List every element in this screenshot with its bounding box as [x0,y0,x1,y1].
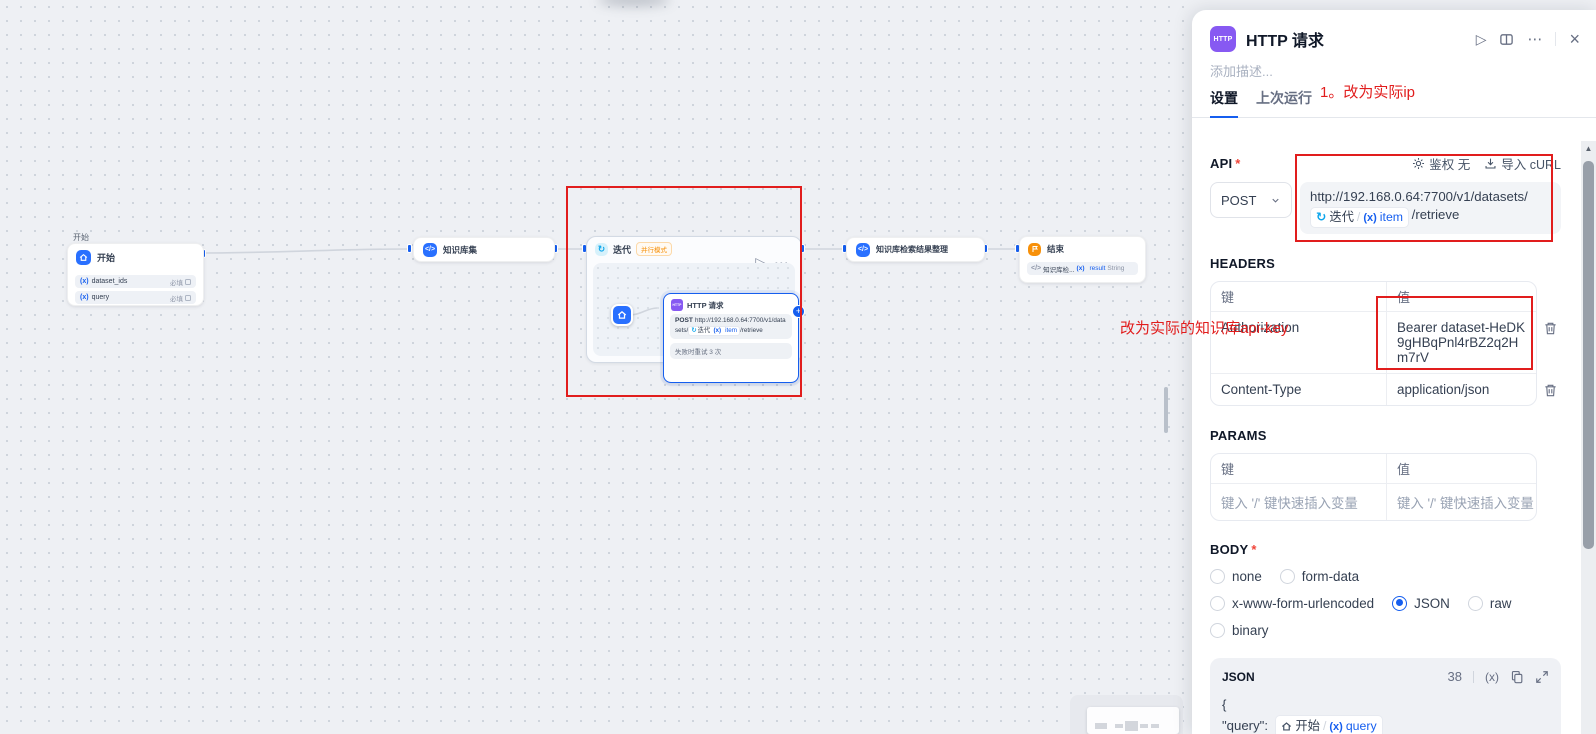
delete-header-icon[interactable] [1543,321,1558,336]
panel-tabs: 设置 上次运行 [1192,88,1596,118]
variable-icon [1329,716,1342,734]
run-node-icon[interactable] [1476,31,1487,48]
url-input[interactable]: http://192.168.0.64:7700/v1/datasets/迭代/… [1300,182,1561,234]
code-icon [856,243,870,257]
http-request-node[interactable]: HTTP HTTP 请求 + POSThttp://192.168.0.64:7… [663,293,799,383]
minimap[interactable] [1070,695,1183,734]
scroll-up-arrow[interactable] [1581,141,1596,156]
result-arrange-node[interactable]: 知识库检索结果整理 [846,237,985,262]
json-content[interactable]: { "query": 开始/query } [1222,695,1549,734]
params-table: 键 值 键入 '/' 键快速插入变量 键入 '/' 键快速插入变量 [1210,453,1537,521]
workflow-edges [0,0,1192,734]
body-type-form-data[interactable]: form-data [1280,569,1359,584]
body-type-json[interactable]: JSON [1392,596,1450,611]
copy-icon[interactable] [1510,670,1524,684]
body-section-title: BODY [1210,542,1248,557]
variable-icon [80,278,89,285]
code-icon [423,243,437,257]
parallel-mode-badge: 并行模式 [636,242,672,256]
auth-button[interactable]: 鉴权 无 [1412,154,1470,173]
iteration-icon [595,243,608,256]
params-section-title: PARAMS [1210,428,1267,443]
body-type-raw[interactable]: raw [1468,596,1512,611]
tab-settings[interactable]: 设置 [1210,88,1238,117]
canvas-shadow [598,0,670,6]
divider [1555,32,1556,46]
panel-scroll-content: API * 鉴权 无 导入 cURL POST http://192.168.0… [1192,141,1581,734]
start-node[interactable]: 开始 dataset_ids 必填 query 必填 [67,243,204,306]
char-count: 38 [1448,669,1462,684]
close-icon[interactable] [1569,29,1580,50]
body-type-none[interactable]: none [1210,569,1262,584]
iteration-ref-icon [691,327,696,336]
scrollbar-thumb[interactable] [1583,161,1594,549]
retry-info: 失败时重试 3 次 [670,343,792,359]
expand-icon[interactable] [1535,670,1549,684]
field-type-icon [185,279,191,285]
workflow-canvas[interactable]: 开始 开始 dataset_ids 必填 query 必填 知识库集 [0,0,1192,734]
variable-icon [1077,265,1085,272]
iteration-zone[interactable]: HTTP HTTP 请求 + POSThttp://192.168.0.64:7… [593,263,795,356]
home-icon [76,250,91,265]
variable-icon [713,327,721,336]
end-node[interactable]: 结束 知识库检... result String [1019,236,1146,283]
canvas-scrollbar[interactable] [1164,387,1168,433]
iteration-start-node[interactable] [611,304,633,326]
start-field-dataset-ids[interactable]: dataset_ids 必填 [75,275,196,288]
tab-last-run[interactable]: 上次运行 [1256,88,1312,117]
description-input[interactable] [1210,64,1390,79]
delete-header-icon[interactable] [1543,383,1558,398]
query-variable-badge[interactable]: 开始/query [1275,715,1382,734]
http-node-config-panel: HTTP HTTP 请求 设置 上次运行 API * 鉴权 无 [1192,10,1596,734]
variable-icon [1363,208,1376,227]
start-node-title: 开始 [97,251,115,264]
minimap-viewport [1087,707,1179,734]
chevron-down-icon [1270,195,1281,206]
body-type-binary[interactable]: binary [1210,623,1268,638]
split-view-icon[interactable] [1499,32,1514,47]
header-value-cell[interactable]: application/json [1387,373,1536,405]
start-field-query[interactable]: query 必填 [75,291,196,304]
iteration-node[interactable]: 迭代 并行模式 HTTP HTTP 请求 + POSThttp://192.16… [586,236,802,363]
header-key-cell[interactable]: Content-Type [1211,373,1387,405]
http-node-icon: HTTP [1210,26,1236,52]
home-icon [1281,721,1292,732]
code-icon [1031,265,1041,272]
headers-table: 键 值 Authorization Bearer dataset-HeDK9gH… [1210,281,1537,406]
api-section-title: API [1210,156,1232,171]
param-value-input[interactable]: 键入 '/' 键快速插入变量 [1387,483,1536,520]
http-node-url: POSThttp://192.168.0.64:7700/v1/datasets… [670,314,792,339]
knowledge-set-node[interactable]: 知识库集 [413,237,555,262]
add-next-node-button[interactable]: + [792,305,805,318]
connector-handle[interactable] [407,244,412,253]
panel-scrollbar[interactable] [1581,141,1596,734]
divider [1473,671,1474,683]
headers-section-title: HEADERS [1210,256,1275,271]
variable-icon [80,294,89,301]
start-node-outer-label: 开始 [73,232,89,243]
param-key-input[interactable]: 键入 '/' 键快速插入变量 [1211,483,1387,520]
method-select[interactable]: POST [1210,182,1292,218]
iteration-ref-icon [1316,208,1326,226]
header-value-cell[interactable]: Bearer dataset-HeDK9gHBqPnl4rBZ2q2Hm7rV [1387,311,1536,373]
import-curl-button[interactable]: 导入 cURL [1484,154,1561,173]
panel-title: HTTP 请求 [1246,27,1324,51]
more-menu-icon[interactable] [1527,30,1542,48]
body-type-urlencoded[interactable]: x-www-form-urlencoded [1210,596,1374,611]
insert-variable-icon[interactable] [1485,668,1499,686]
http-icon: HTTP [671,299,683,311]
header-key-cell[interactable]: Authorization [1211,311,1387,373]
end-output-variable: 知识库检... result String [1027,262,1138,275]
json-editor[interactable]: JSON 38 { "query": 开始/query [1210,658,1561,734]
url-variable-badge[interactable]: 迭代/item [1310,207,1409,228]
flag-icon [1028,243,1041,256]
field-type-icon [185,295,191,301]
